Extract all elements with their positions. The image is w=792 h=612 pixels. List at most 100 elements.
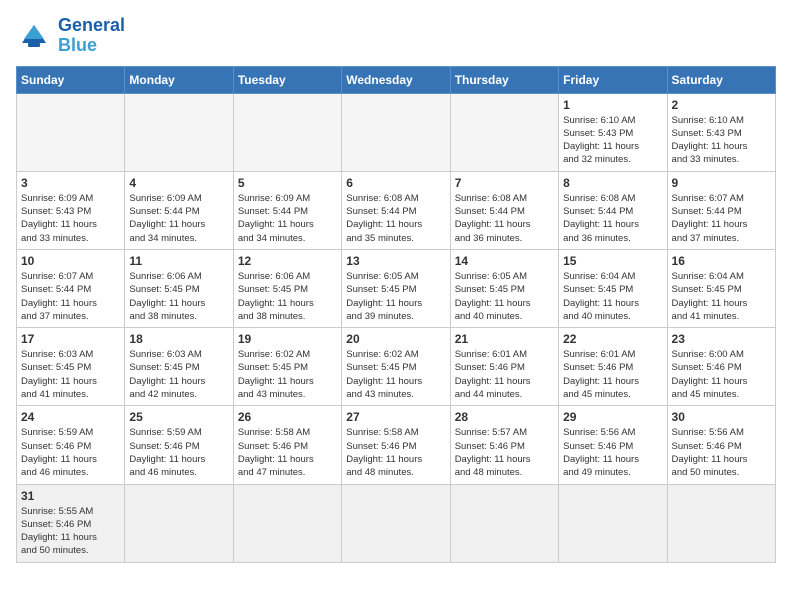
- calendar-cell: [17, 93, 125, 171]
- day-info: Sunrise: 6:06 AM Sunset: 5:45 PM Dayligh…: [238, 270, 337, 323]
- calendar-cell: 12Sunrise: 6:06 AM Sunset: 5:45 PM Dayli…: [233, 249, 341, 327]
- day-number: 1: [563, 98, 662, 112]
- calendar-cell: 2Sunrise: 6:10 AM Sunset: 5:43 PM Daylig…: [667, 93, 775, 171]
- calendar-cell: 29 Sunrise: 5:56 AM Sunset: 5:46 PM Dayli…: [559, 406, 667, 484]
- calendar-cell: 1 Sunrise: 6:10 AM Sunset: 5:43 PM Daylig…: [559, 93, 667, 171]
- day-info: Sunrise: 6:05 AM Sunset: 5:45 PM Dayligh…: [455, 270, 554, 323]
- day-info: Sunrise: 6:05 AM Sunset: 5:45 PM Dayligh…: [346, 270, 445, 323]
- calendar-week-2: 3 Sunrise: 6:09 AM Sunset: 5:43 PM Daylig…: [17, 171, 776, 249]
- calendar-cell: 7Sunrise: 6:08 AM Sunset: 5:44 PM Daylig…: [450, 171, 558, 249]
- calendar-cell: [450, 484, 558, 562]
- page-header: GeneralBlue: [16, 16, 776, 56]
- day-info: Sunrise: 5:56 AM Sunset: 5:46 PM Dayligh…: [563, 426, 662, 479]
- day-info: Sunrise: 6:08 AM Sunset: 5:44 PM Dayligh…: [346, 192, 445, 245]
- day-info: Sunrise: 6:02 AM Sunset: 5:45 PM Dayligh…: [238, 348, 337, 401]
- day-number: 14: [455, 254, 554, 268]
- day-header-sunday: Sunday: [17, 66, 125, 93]
- day-info: Sunrise: 5:59 AM Sunset: 5:46 PM Dayligh…: [129, 426, 228, 479]
- day-info: Sunrise: 6:08 AM Sunset: 5:44 PM Dayligh…: [455, 192, 554, 245]
- calendar-cell: 27 Sunrise: 5:58 AM Sunset: 5:46 PM Dayli…: [342, 406, 450, 484]
- day-header-monday: Monday: [125, 66, 233, 93]
- calendar-week-5: 24 Sunrise: 5:59 AM Sunset: 5:46 PM Dayli…: [17, 406, 776, 484]
- day-info: Sunrise: 6:10 AM Sunset: 5:43 PM Dayligh…: [672, 114, 771, 167]
- day-info: Sunrise: 6:03 AM Sunset: 5:45 PM Dayligh…: [129, 348, 228, 401]
- calendar-cell: 9 Sunrise: 6:07 AM Sunset: 5:44 PM Daylig…: [667, 171, 775, 249]
- day-number: 26: [238, 410, 337, 424]
- calendar-cell: 23Sunrise: 6:00 AM Sunset: 5:46 PM Dayli…: [667, 328, 775, 406]
- calendar-cell: [125, 93, 233, 171]
- day-number: 9: [672, 176, 771, 190]
- day-number: 23: [672, 332, 771, 346]
- day-info: Sunrise: 6:06 AM Sunset: 5:45 PM Dayligh…: [129, 270, 228, 323]
- day-info: Sunrise: 6:04 AM Sunset: 5:45 PM Dayligh…: [672, 270, 771, 323]
- calendar-cell: [342, 93, 450, 171]
- day-info: Sunrise: 6:09 AM Sunset: 5:44 PM Dayligh…: [238, 192, 337, 245]
- day-number: 30: [672, 410, 771, 424]
- day-number: 11: [129, 254, 228, 268]
- day-info: Sunrise: 6:04 AM Sunset: 5:45 PM Dayligh…: [563, 270, 662, 323]
- calendar-week-3: 10Sunrise: 6:07 AM Sunset: 5:44 PM Dayli…: [17, 249, 776, 327]
- day-info: Sunrise: 6:09 AM Sunset: 5:43 PM Dayligh…: [21, 192, 120, 245]
- calendar-cell: [342, 484, 450, 562]
- day-number: 19: [238, 332, 337, 346]
- calendar-cell: 10Sunrise: 6:07 AM Sunset: 5:44 PM Dayli…: [17, 249, 125, 327]
- day-number: 17: [21, 332, 120, 346]
- day-info: Sunrise: 5:58 AM Sunset: 5:46 PM Dayligh…: [346, 426, 445, 479]
- day-info: Sunrise: 6:02 AM Sunset: 5:45 PM Dayligh…: [346, 348, 445, 401]
- day-number: 4: [129, 176, 228, 190]
- day-number: 27: [346, 410, 445, 424]
- calendar-cell: 6 Sunrise: 6:08 AM Sunset: 5:44 PM Daylig…: [342, 171, 450, 249]
- day-number: 13: [346, 254, 445, 268]
- day-info: Sunrise: 5:55 AM Sunset: 5:46 PM Dayligh…: [21, 505, 120, 558]
- calendar-cell: 15Sunrise: 6:04 AM Sunset: 5:45 PM Dayli…: [559, 249, 667, 327]
- calendar-cell: 22Sunrise: 6:01 AM Sunset: 5:46 PM Dayli…: [559, 328, 667, 406]
- calendar-cell: 25Sunrise: 5:59 AM Sunset: 5:46 PM Dayli…: [125, 406, 233, 484]
- day-header-saturday: Saturday: [667, 66, 775, 93]
- calendar-header-row: SundayMondayTuesdayWednesdayThursdayFrid…: [17, 66, 776, 93]
- day-info: Sunrise: 5:58 AM Sunset: 5:46 PM Dayligh…: [238, 426, 337, 479]
- calendar-cell: [450, 93, 558, 171]
- calendar-cell: 13 Sunrise: 6:05 AM Sunset: 5:45 PM Dayli…: [342, 249, 450, 327]
- calendar-cell: 31Sunrise: 5:55 AM Sunset: 5:46 PM Dayli…: [17, 484, 125, 562]
- day-info: Sunrise: 6:01 AM Sunset: 5:46 PM Dayligh…: [455, 348, 554, 401]
- calendar-cell: 3 Sunrise: 6:09 AM Sunset: 5:43 PM Daylig…: [17, 171, 125, 249]
- calendar-cell: 30 Sunrise: 5:56 AM Sunset: 5:46 PM Dayli…: [667, 406, 775, 484]
- day-info: Sunrise: 6:09 AM Sunset: 5:44 PM Dayligh…: [129, 192, 228, 245]
- calendar-cell: [125, 484, 233, 562]
- day-info: Sunrise: 6:03 AM Sunset: 5:45 PM Dayligh…: [21, 348, 120, 401]
- logo: GeneralBlue: [16, 16, 125, 56]
- calendar-cell: [559, 484, 667, 562]
- calendar-cell: 28Sunrise: 5:57 AM Sunset: 5:46 PM Dayli…: [450, 406, 558, 484]
- day-info: Sunrise: 6:10 AM Sunset: 5:43 PM Dayligh…: [563, 114, 662, 167]
- calendar-week-6: 31Sunrise: 5:55 AM Sunset: 5:46 PM Dayli…: [17, 484, 776, 562]
- day-number: 29: [563, 410, 662, 424]
- day-info: Sunrise: 6:07 AM Sunset: 5:44 PM Dayligh…: [672, 192, 771, 245]
- calendar-cell: 4 Sunrise: 6:09 AM Sunset: 5:44 PM Daylig…: [125, 171, 233, 249]
- calendar-body: 1 Sunrise: 6:10 AM Sunset: 5:43 PM Daylig…: [17, 93, 776, 562]
- day-number: 3: [21, 176, 120, 190]
- day-number: 16: [672, 254, 771, 268]
- day-header-wednesday: Wednesday: [342, 66, 450, 93]
- day-info: Sunrise: 5:56 AM Sunset: 5:46 PM Dayligh…: [672, 426, 771, 479]
- logo-text: GeneralBlue: [58, 16, 125, 56]
- day-header-thursday: Thursday: [450, 66, 558, 93]
- calendar-cell: 16 Sunrise: 6:04 AM Sunset: 5:45 PM Dayli…: [667, 249, 775, 327]
- calendar-week-1: 1 Sunrise: 6:10 AM Sunset: 5:43 PM Daylig…: [17, 93, 776, 171]
- day-number: 24: [21, 410, 120, 424]
- day-number: 22: [563, 332, 662, 346]
- calendar-cell: [667, 484, 775, 562]
- calendar-cell: 21 Sunrise: 6:01 AM Sunset: 5:46 PM Dayli…: [450, 328, 558, 406]
- day-number: 21: [455, 332, 554, 346]
- calendar-cell: [233, 484, 341, 562]
- day-number: 6: [346, 176, 445, 190]
- calendar-cell: [233, 93, 341, 171]
- day-number: 18: [129, 332, 228, 346]
- calendar-cell: 8Sunrise: 6:08 AM Sunset: 5:44 PM Daylig…: [559, 171, 667, 249]
- calendar-cell: 26 Sunrise: 5:58 AM Sunset: 5:46 PM Dayli…: [233, 406, 341, 484]
- day-number: 20: [346, 332, 445, 346]
- day-info: Sunrise: 6:07 AM Sunset: 5:44 PM Dayligh…: [21, 270, 120, 323]
- day-number: 28: [455, 410, 554, 424]
- calendar-cell: 14 Sunrise: 6:05 AM Sunset: 5:45 PM Dayli…: [450, 249, 558, 327]
- calendar-table: SundayMondayTuesdayWednesdayThursdayFrid…: [16, 66, 776, 563]
- day-number: 5: [238, 176, 337, 190]
